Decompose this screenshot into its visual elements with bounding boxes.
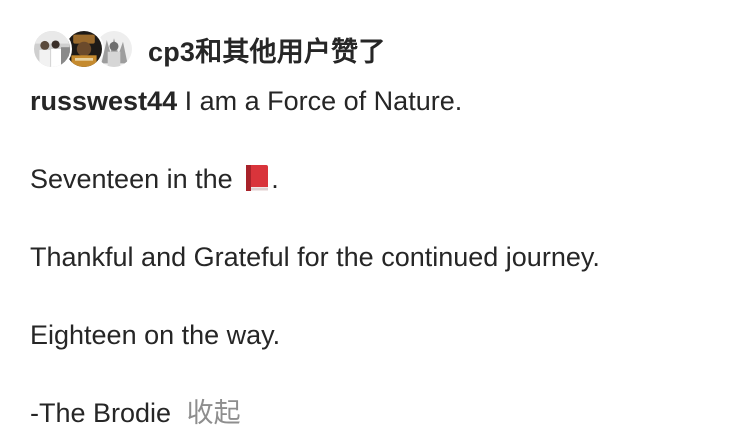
caption-line-4: Eighteen on the way.: [30, 316, 730, 354]
caption-text: I am a Force of Nature.: [184, 86, 463, 116]
caption-line-2: Seventeen in the .: [30, 160, 730, 198]
caption-text: Seventeen in the: [30, 164, 233, 194]
username[interactable]: russwest44: [30, 86, 177, 116]
caption-gap: [30, 354, 730, 394]
caption-gap: [30, 198, 730, 238]
likes-summary[interactable]: cp3和其他用户赞了: [148, 30, 386, 69]
caption-text: -The Brodie: [30, 398, 172, 428]
caption-gap: [30, 276, 730, 316]
caption-line-3: Thankful and Grateful for the continued …: [30, 238, 730, 276]
red-book-icon: [243, 163, 271, 193]
post-caption: russwest44 I am a Force of Nature. Seven…: [30, 82, 730, 432]
caption-text: Eighteen on the way.: [30, 320, 281, 350]
caption-line-1: russwest44 I am a Force of Nature.: [30, 82, 730, 120]
likes-row: cp3和其他用户赞了: [32, 28, 386, 70]
caption-gap: [30, 120, 730, 160]
caption-punctuation: .: [271, 164, 279, 194]
collapse-button[interactable]: 收起: [187, 398, 241, 428]
avatar[interactable]: [32, 29, 72, 69]
caption-line-5: -The Brodie 收起: [30, 394, 730, 432]
caption-text: Thankful and Grateful for the continued …: [30, 242, 600, 272]
liker-avatars[interactable]: [32, 28, 134, 70]
